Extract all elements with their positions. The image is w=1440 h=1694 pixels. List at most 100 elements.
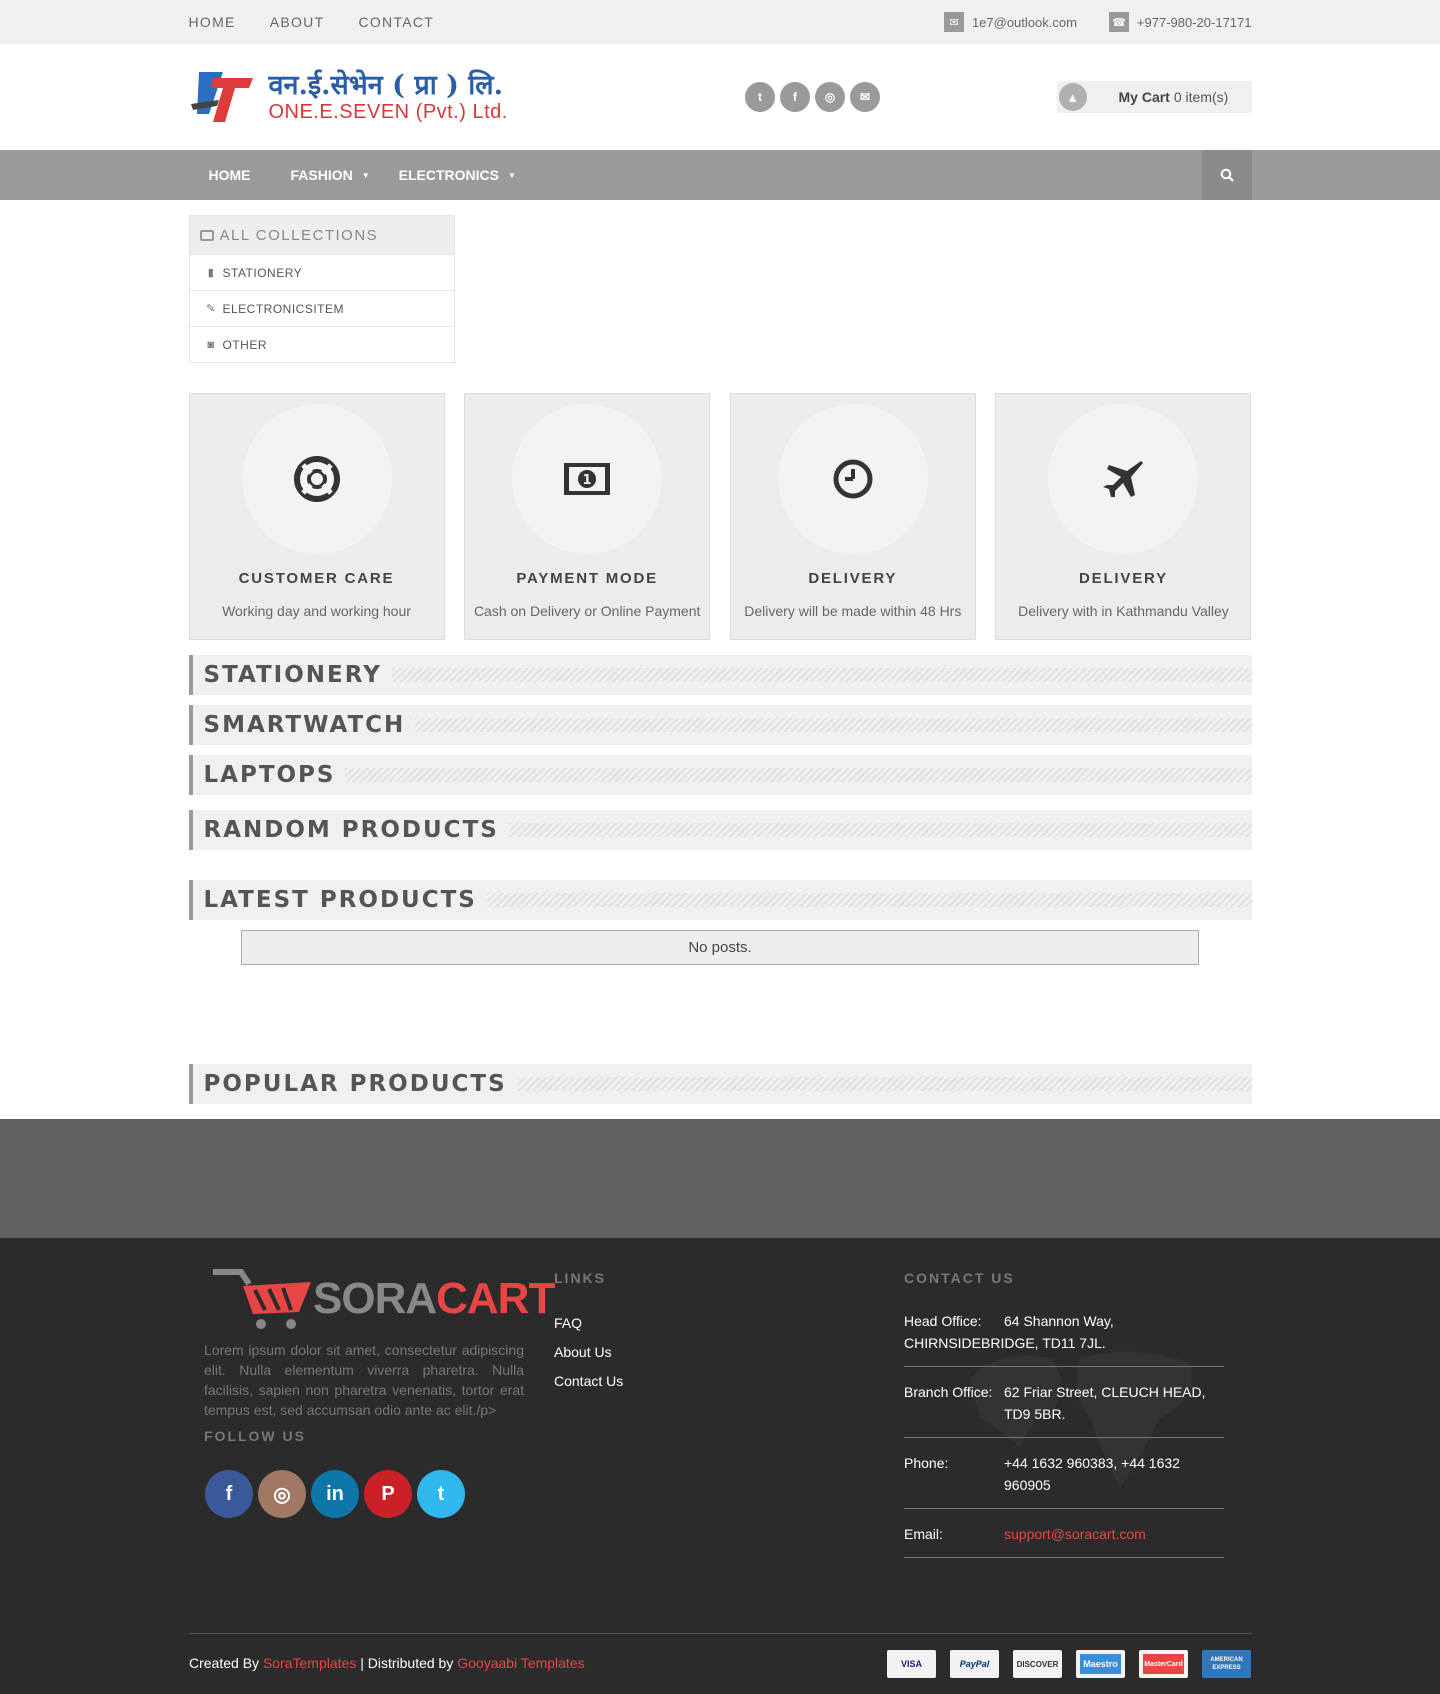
nav-electronics[interactable]: ELECTRONICS ▼: [399, 167, 516, 183]
phone-icon: ☎: [1108, 12, 1129, 32]
footer-brand-logo[interactable]: SORA CART: [203, 1268, 555, 1330]
envelope-icon: ✉: [943, 12, 964, 32]
top-bar: HOME ABOUT CONTACT ✉ 1e7@outlook.com ☎ +…: [0, 0, 1440, 44]
collection-other[interactable]: ◙ OTHER: [189, 326, 454, 362]
list-icon: [199, 229, 214, 241]
collection-electronics[interactable]: ✎ ELECTRONICSITEM: [189, 290, 454, 326]
feature-payment-mode: 1 PAYMENT MODE Cash on Delivery or Onlin…: [464, 393, 711, 640]
footer-social-links: f ◎ in P t: [205, 1470, 465, 1518]
contact-email-link[interactable]: support@soracart.com: [1004, 1523, 1224, 1545]
feature-icon-circle: [1048, 404, 1199, 554]
section-laptops: LAPTOPS: [188, 755, 1252, 795]
footer-about-text: Lorem ipsum dolor sit amet, consectetur …: [204, 1342, 524, 1418]
collections-title: ALL COLLECTIONS: [219, 226, 379, 244]
feature-delivery-area: DELIVERY Delivery with in Kathmandu Vall…: [995, 393, 1252, 640]
pinterest-icon[interactable]: P: [364, 1470, 412, 1518]
section-smartwatch: SMARTWATCH: [188, 705, 1252, 745]
header-social-links: t f ◎ ✉: [745, 82, 880, 112]
section-divider: [391, 668, 1252, 682]
instagram-icon[interactable]: ◎: [258, 1470, 306, 1518]
clock-icon: [833, 459, 873, 499]
footer-link-contact[interactable]: Contact Us: [554, 1373, 623, 1389]
instagram-icon[interactable]: ◎: [815, 82, 845, 112]
top-nav-contact[interactable]: CONTACT: [358, 14, 434, 30]
book-icon: ▮: [207, 267, 215, 279]
top-contact: ✉ 1e7@outlook.com ☎ +977-980-20-17171: [912, 12, 1252, 32]
logo-english: ONE.E.SEVEN (Pvt.) Ltd.: [268, 101, 508, 124]
plane-icon: [1103, 461, 1144, 497]
facebook-icon[interactable]: f: [205, 1470, 253, 1518]
top-email-text: 1e7@outlook.com: [971, 14, 1077, 30]
contact-key: Branch Office:: [904, 1384, 993, 1400]
footer-link-about[interactable]: About Us: [554, 1344, 623, 1360]
top-email[interactable]: ✉ 1e7@outlook.com: [943, 12, 1077, 32]
linkedin-icon[interactable]: in: [311, 1470, 359, 1518]
collection-label: ELECTRONICSITEM: [222, 301, 345, 316]
contact-us-title: CONTACT US: [904, 1270, 1015, 1286]
wrench-icon: ✎: [206, 303, 216, 315]
nav-fashion-label: FASHION: [290, 167, 353, 183]
top-nav-home[interactable]: HOME: [189, 14, 236, 30]
money-icon: 1: [564, 463, 611, 495]
brand-sora: SORA: [313, 1274, 437, 1323]
collections-header: ALL COLLECTIONS: [189, 216, 454, 254]
main-content: ALL COLLECTIONS ▮ STATIONERY ✎ ELECTRONI…: [188, 215, 1252, 1104]
top-nav: HOME ABOUT CONTACT: [189, 14, 469, 30]
twitter-icon[interactable]: t: [745, 82, 775, 112]
feature-delivery-time: DELIVERY Delivery will be made within 48…: [729, 393, 976, 640]
twitter-icon[interactable]: t: [417, 1470, 465, 1518]
site-header: वन.ई.सेभेन ( प्रा ) लि. ONE.E.SEVEN (Pvt…: [0, 44, 1440, 150]
caret-down-icon: ▼: [508, 170, 516, 180]
top-phone[interactable]: ☎ +977-980-20-17171: [1108, 12, 1252, 32]
grey-band: [0, 1119, 1440, 1238]
cart-label: My Cart: [1118, 89, 1170, 105]
nav-home-label: HOME: [208, 167, 251, 183]
top-phone-text: +977-980-20-17171: [1136, 14, 1252, 30]
collection-stationery[interactable]: ▮ STATIONERY: [189, 254, 454, 290]
collection-label: OTHER: [222, 337, 267, 352]
section-title: LATEST PRODUCTS: [192, 887, 487, 913]
feature-desc: Working day and working hour: [222, 603, 411, 619]
feature-title: DELIVERY: [808, 570, 898, 587]
envelope-icon[interactable]: ✉: [850, 82, 880, 112]
nav-home[interactable]: HOME: [209, 167, 251, 183]
contact-value: +44 1632 960383, +44 1632 960905: [1004, 1455, 1180, 1493]
features-row: CUSTOMER CARE Working day and working ho…: [188, 393, 1252, 640]
contact-key: Email:: [904, 1526, 943, 1542]
contact-phone: Phone: +44 1632 960383, +44 1632 960905: [904, 1452, 1224, 1509]
mastercard-icon: MasterCard: [1139, 1650, 1188, 1678]
feature-title: CUSTOMER CARE: [238, 570, 395, 587]
no-posts-message: No posts.: [241, 930, 1199, 965]
collection-label: STATIONERY: [222, 265, 303, 280]
feature-icon-circle: [241, 404, 392, 554]
feature-icon-circle: 1: [512, 404, 663, 554]
search-button[interactable]: [1201, 150, 1252, 200]
svg-text:1: 1: [583, 473, 592, 488]
footer-divider: [189, 1633, 1252, 1634]
links-title: LINKS: [554, 1270, 606, 1286]
section-latest-products: LATEST PRODUCTS: [188, 880, 1252, 920]
top-nav-about[interactable]: ABOUT: [270, 14, 325, 30]
nav-fashion[interactable]: FASHION ▼: [291, 167, 370, 183]
search-icon: [1220, 168, 1234, 182]
feature-desc: Delivery will be made within 48 Hrs: [744, 603, 962, 619]
feature-desc: Delivery with in Kathmandu Valley: [1018, 603, 1229, 619]
credits-distributor-link[interactable]: Gooyaabi Templates: [457, 1655, 584, 1671]
section-stationery: STATIONERY: [188, 655, 1252, 695]
contact-key: Phone:: [904, 1455, 949, 1471]
footer-link-faq[interactable]: FAQ: [554, 1315, 623, 1331]
cart-button[interactable]: ▲ My Cart 0 item(s): [1056, 81, 1252, 113]
follow-us-title: FOLLOW US: [204, 1428, 306, 1444]
section-divider: [516, 1077, 1252, 1091]
credits-author-link[interactable]: SoraTemplates: [263, 1655, 356, 1671]
shopping-bag-icon: ▲: [1058, 83, 1087, 111]
caret-down-icon: ▼: [361, 170, 370, 180]
camera-icon: ◙: [207, 338, 215, 351]
facebook-icon[interactable]: f: [780, 82, 810, 112]
site-logo[interactable]: वन.ई.सेभेन ( प्रा ) लि. ONE.E.SEVEN (Pvt…: [189, 62, 509, 132]
discover-icon: DISCOVER: [1013, 1650, 1062, 1678]
visa-icon: VISA: [887, 1650, 936, 1678]
paypal-icon: PayPal: [950, 1650, 999, 1678]
section-popular-products: POPULAR PRODUCTS: [188, 1064, 1252, 1104]
site-footer: SORA CART Lorem ipsum dolor sit amet, con…: [0, 1238, 1440, 1694]
